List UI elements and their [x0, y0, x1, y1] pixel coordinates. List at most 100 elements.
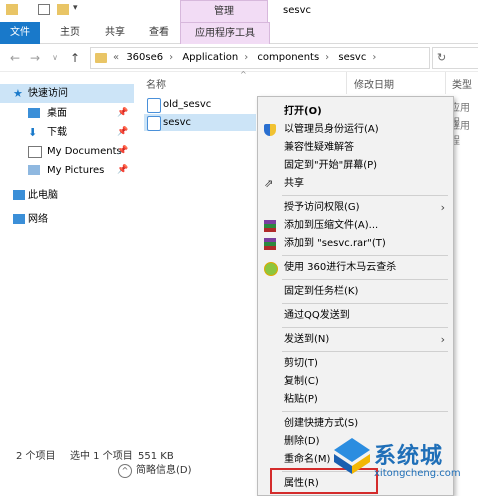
chevron-right-icon: ›: [440, 333, 445, 346]
menu-send-qq[interactable]: 通过QQ发送到: [258, 307, 453, 325]
menu-separator: [282, 195, 448, 196]
menu-copy[interactable]: 复制(C): [258, 373, 453, 391]
nav-my-pictures[interactable]: My Pictures 📌: [0, 161, 134, 180]
application-icon: [147, 116, 161, 131]
file-name: old_sesvc: [163, 99, 212, 110]
back-arrow-icon[interactable]: ←: [8, 51, 22, 65]
menu-add-archive[interactable]: 添加到压缩文件(A)...: [258, 217, 453, 235]
pin-icon[interactable]: 📌: [117, 104, 128, 123]
breadcrumb-overflow[interactable]: «: [113, 52, 119, 63]
menu-open[interactable]: 打开(O): [258, 103, 453, 121]
address-bar[interactable]: « 360se6 › Application › components › sesvc…: [90, 47, 430, 69]
chevron-up-icon: ^: [118, 464, 132, 478]
chevron-right-icon: ›: [440, 201, 445, 214]
menu-run-as-admin[interactable]: 以管理员身份运行(A): [258, 121, 453, 139]
menu-rename-label: 重命名(M): [284, 454, 331, 465]
pin-icon[interactable]: 📌: [117, 142, 128, 161]
column-modified[interactable]: 修改日期: [354, 76, 394, 91]
menu-send-qq-label: 通过QQ发送到: [284, 310, 350, 321]
nav-downloads[interactable]: ⬇ 下载 📌: [0, 123, 134, 142]
menu-pin-start[interactable]: 固定到"开始"屏幕(P): [258, 157, 453, 175]
menu-copy-label: 复制(C): [284, 376, 319, 387]
download-icon: ⬇: [28, 126, 38, 139]
menu-cut[interactable]: 剪切(T): [258, 355, 453, 373]
breadcrumb-sesvc[interactable]: sesvc: [338, 52, 366, 63]
menu-share[interactable]: ⇗ 共享: [258, 175, 453, 193]
nav-desktop[interactable]: 桌面 📌: [0, 104, 134, 123]
file-row-selected[interactable]: sesvc: [144, 114, 256, 131]
360-icon: [264, 262, 278, 276]
winrar-icon: [264, 220, 276, 232]
nav-quick-access[interactable]: ★ 快速访问: [0, 84, 134, 103]
tab-application-tools[interactable]: 应用程序工具: [180, 22, 270, 45]
pin-icon[interactable]: 📌: [117, 161, 128, 180]
menu-troubleshoot[interactable]: 兼容性疑难解答: [258, 139, 453, 157]
menu-pin-taskbar[interactable]: 固定到任务栏(K): [258, 283, 453, 301]
menu-delete-label: 删除(D): [284, 436, 320, 447]
menu-add-rar[interactable]: 添加到 "sesvc.rar"(T): [258, 235, 453, 253]
details-hint[interactable]: ^ 简略信息(D): [108, 460, 258, 482]
window-title: sesvc: [283, 5, 311, 16]
menu-separator: [282, 411, 448, 412]
menu-grant-access[interactable]: 授予访问权限(G) ›: [258, 199, 453, 217]
forward-arrow-icon[interactable]: →: [28, 51, 42, 65]
folder-icon[interactable]: [6, 4, 18, 15]
nav-downloads-label: 下载: [47, 127, 67, 138]
menu-separator: [282, 303, 448, 304]
customize-toolbar-icon[interactable]: ▾: [73, 3, 78, 13]
menu-cut-label: 剪切(T): [284, 358, 318, 369]
search-input[interactable]: ↻: [432, 47, 478, 69]
menu-paste[interactable]: 粘贴(P): [258, 391, 453, 409]
nav-this-pc[interactable]: 此电脑: [0, 186, 134, 205]
tab-home[interactable]: 主页: [52, 22, 88, 44]
navigation-bar: ← → ∨ ↑ « 360se6 › Application › component…: [0, 44, 478, 72]
menu-send-to[interactable]: 发送到(N) ›: [258, 331, 453, 349]
nav-desktop-label: 桌面: [47, 108, 67, 119]
watermark-url: xitongcheng.com: [374, 468, 461, 479]
menu-share-label: 共享: [284, 178, 304, 189]
column-header: 名称 ^ 修改日期 类型: [134, 70, 478, 94]
pin-icon[interactable]: 📌: [117, 123, 128, 142]
column-divider[interactable]: [346, 72, 347, 94]
menu-360-scan[interactable]: 使用 360进行木马云查杀: [258, 259, 453, 277]
watermark-brand: 系统城: [374, 444, 444, 469]
computer-icon: [13, 190, 25, 200]
menu-separator: [282, 327, 448, 328]
menu-create-shortcut-label: 创建快捷方式(S): [284, 418, 359, 429]
column-name[interactable]: 名称: [146, 76, 166, 91]
menu-send-to-label: 发送到(N): [284, 334, 330, 345]
file-row[interactable]: old_sesvc: [144, 96, 256, 113]
nav-network[interactable]: 网络: [0, 210, 134, 229]
tab-share[interactable]: 共享: [97, 22, 133, 44]
tab-file[interactable]: 文件: [0, 22, 40, 44]
desktop-icon: [28, 108, 40, 118]
column-divider[interactable]: [445, 72, 446, 94]
chevron-right-icon: ›: [325, 52, 330, 63]
breadcrumb-components[interactable]: components: [257, 52, 319, 63]
properties-icon[interactable]: [38, 4, 50, 15]
column-type[interactable]: 类型: [452, 76, 472, 91]
file-type: 应用程: [450, 121, 470, 147]
menu-pin-taskbar-label: 固定到任务栏(K): [284, 286, 359, 297]
share-icon: ⇗: [264, 177, 274, 190]
menu-create-shortcut[interactable]: 创建快捷方式(S): [258, 415, 453, 433]
new-folder-icon[interactable]: [57, 4, 69, 15]
breadcrumb-application[interactable]: Application: [182, 52, 238, 63]
menu-grant-access-label: 授予访问权限(G): [284, 202, 360, 213]
menu-add-rar-label: 添加到 "sesvc.rar"(T): [284, 238, 386, 249]
recent-locations-icon[interactable]: ∨: [48, 51, 62, 65]
sort-up-icon: ^: [240, 70, 247, 79]
watermark: 系统城 xitongcheng.com: [332, 436, 478, 496]
breadcrumb-360se6[interactable]: 360se6: [126, 52, 163, 63]
star-icon: ★: [13, 87, 23, 100]
nav-my-pictures-label: My Pictures: [47, 165, 105, 176]
nav-this-pc-label: 此电脑: [28, 190, 58, 201]
document-icon: [28, 146, 42, 158]
tab-view[interactable]: 查看: [141, 22, 177, 44]
up-arrow-icon[interactable]: ↑: [68, 51, 82, 65]
menu-separator: [282, 351, 448, 352]
nav-my-documents-label: My Documents: [47, 146, 122, 157]
refresh-icon[interactable]: ↻: [437, 51, 446, 64]
nav-my-documents[interactable]: My Documents 📌: [0, 142, 134, 161]
network-icon: [13, 214, 25, 224]
